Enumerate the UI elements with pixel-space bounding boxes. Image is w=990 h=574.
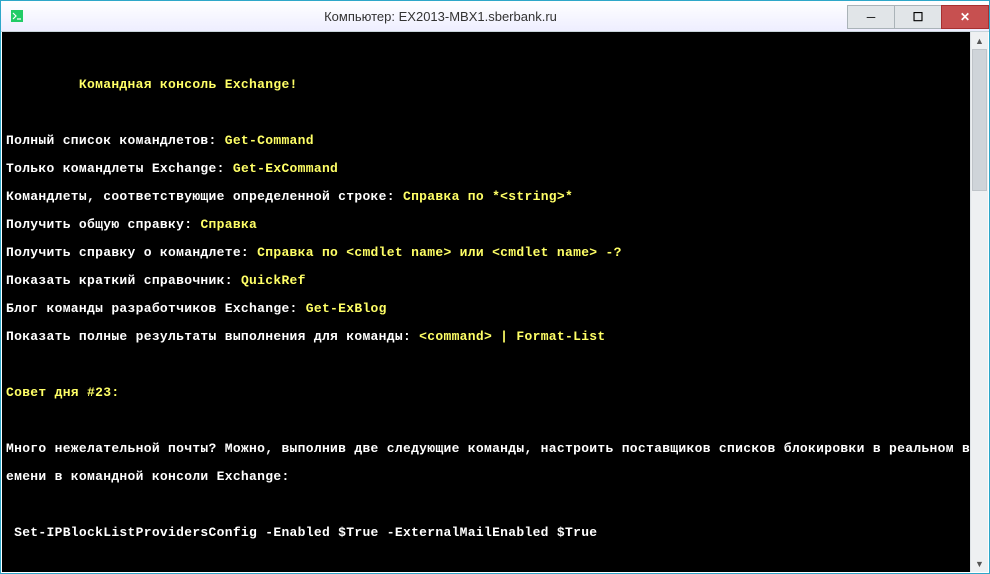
- minimize-icon: ─: [867, 10, 876, 24]
- help-cmd: Справка по <cmdlet name> или <cmdlet nam…: [257, 245, 622, 260]
- terminal-output[interactable]: Командная консоль Exchange! Полный списо…: [2, 32, 970, 572]
- help-text: Получить справку о командлете:: [6, 245, 257, 260]
- close-icon: ✕: [960, 10, 970, 24]
- help-cmd: QuickRef: [241, 273, 306, 288]
- window-controls: ─ ☐ ✕: [848, 5, 989, 27]
- app-icon: [9, 8, 25, 24]
- maximize-button[interactable]: ☐: [894, 5, 942, 29]
- scroll-down-button[interactable]: ▼: [971, 555, 988, 572]
- help-text: Полный список командлетов:: [6, 133, 225, 148]
- window-title: Компьютер: EX2013-MBX1.sberbank.ru: [33, 9, 848, 24]
- tip-text: Много нежелательной почты? Можно, выполн…: [6, 442, 966, 456]
- help-text: Только командлеты Exchange:: [6, 161, 233, 176]
- help-text: Получить общую справку:: [6, 217, 200, 232]
- help-cmd: <command> | Format-List: [419, 329, 605, 344]
- scrollbar-track[interactable]: [971, 49, 988, 555]
- help-text: Командлеты, соответствующие определенной…: [6, 189, 403, 204]
- scrollbar-thumb[interactable]: [972, 49, 987, 191]
- command-text: Set-IPBlockListProvidersConfig -Enabled …: [6, 526, 966, 540]
- minimize-button[interactable]: ─: [847, 5, 895, 29]
- tip-text: емени в командной консоли Exchange:: [6, 470, 966, 484]
- help-cmd: Get-Command: [225, 133, 314, 148]
- scroll-up-button[interactable]: ▲: [971, 32, 988, 49]
- chevron-up-icon: ▲: [975, 36, 984, 46]
- help-cmd: Get-ExBlog: [306, 301, 387, 316]
- tip-header: Совет дня #23:: [6, 386, 966, 400]
- close-button[interactable]: ✕: [941, 5, 989, 29]
- console-window: Компьютер: EX2013-MBX1.sberbank.ru ─ ☐ ✕…: [0, 0, 990, 574]
- chevron-down-icon: ▼: [975, 559, 984, 569]
- help-text: Показать краткий справочник:: [6, 273, 241, 288]
- help-text: Показать полные результаты выполнения дл…: [6, 329, 419, 344]
- help-cmd: Справка: [200, 217, 257, 232]
- maximize-icon: ☐: [913, 10, 924, 24]
- console-header: Командная консоль Exchange!: [6, 78, 966, 92]
- titlebar[interactable]: Компьютер: EX2013-MBX1.sberbank.ru ─ ☐ ✕: [1, 1, 989, 32]
- help-cmd: Справка по *<string>*: [403, 189, 573, 204]
- help-cmd: Get-ExCommand: [233, 161, 338, 176]
- help-text: Блог команды разработчиков Exchange:: [6, 301, 306, 316]
- vertical-scrollbar[interactable]: ▲ ▼: [970, 32, 988, 572]
